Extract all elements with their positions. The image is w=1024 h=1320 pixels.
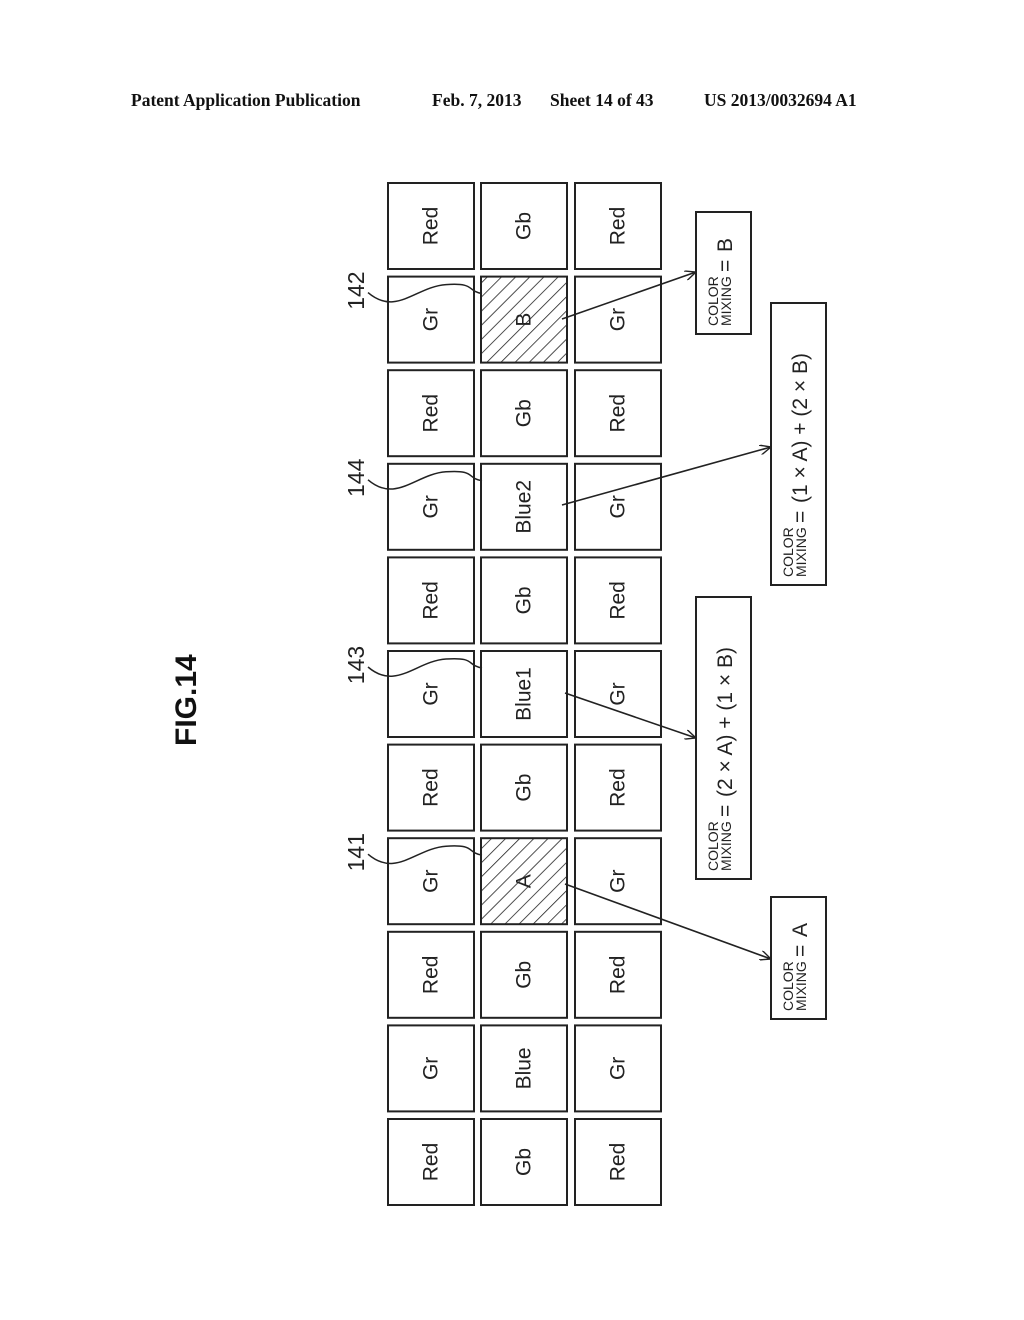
callout-formula: (2 × A) + (1 × B): [714, 647, 737, 797]
pixel-label: Gr: [420, 1057, 443, 1080]
pixel-label: Gb: [513, 961, 536, 989]
pixel-label: Gb: [513, 212, 536, 240]
callout-equals: =: [789, 511, 812, 523]
pixel-label: Gr: [420, 308, 443, 331]
pixel-grid: Red Gb Red Gr B Gr Red Gb Red Gr Blue2 Gr Red Gb Red Gr…: [387, 182, 662, 1206]
reference-numeral: 144: [343, 458, 369, 497]
pixel-label: Red: [607, 207, 630, 246]
pixel-label: Red: [420, 768, 443, 807]
callout-label-line2: MIXING: [718, 276, 734, 326]
pixel-label: Red: [420, 581, 443, 620]
callout-equals: =: [714, 260, 737, 272]
pixel-label: Red: [607, 956, 630, 995]
reference-numeral: 143: [343, 646, 369, 684]
pixel-label: Gr: [607, 870, 630, 893]
pixel-label: Blue2: [513, 480, 536, 534]
callout-formula: A: [789, 923, 812, 937]
reference-numeral: 141: [343, 833, 369, 871]
callout-label-line2: MIXING: [793, 527, 809, 577]
callout-formula: B: [714, 238, 737, 252]
callout-label-line2: MIXING: [718, 821, 734, 871]
pixel-label: Blue1: [513, 667, 536, 721]
pixel-label: Gr: [420, 682, 443, 705]
pixel-label: Gr: [607, 495, 630, 518]
pixel-label: Gb: [513, 1148, 536, 1176]
pixel-label: Gr: [607, 308, 630, 331]
pixel-label: Gb: [513, 399, 536, 427]
pixel-label: Red: [607, 581, 630, 620]
pixel-label: Red: [607, 394, 630, 433]
pixel-label: Gr: [420, 870, 443, 893]
pixel-label: Gr: [420, 495, 443, 518]
pixel-label: Gr: [607, 1057, 630, 1080]
pixel-label: Red: [420, 1143, 443, 1182]
pixel-label: Red: [420, 394, 443, 433]
pixel-label: Red: [607, 768, 630, 807]
pixel-label: Red: [607, 1143, 630, 1182]
pixel-label: B: [513, 313, 536, 327]
figure-14-diagram: FIG.14 Red Gb RedGr B GrRed Gb RedGr Blue2 GrRed…: [170, 182, 827, 1206]
pixel-label: Blue: [513, 1047, 536, 1089]
callout-equals: =: [714, 805, 737, 817]
callout-equals: =: [789, 945, 812, 957]
reference-numeral: 142: [343, 271, 369, 309]
pixel-label: Gb: [513, 586, 536, 614]
figure-title: FIG.14: [170, 654, 203, 746]
callout-formula: (1 × A) + (2 × B): [789, 353, 812, 503]
callout-label-line2: MIXING: [793, 961, 809, 1011]
pixel-label: Red: [420, 956, 443, 995]
pixel-label: Red: [420, 207, 443, 246]
pixel-label: Gb: [513, 774, 536, 802]
pixel-label: Gr: [607, 682, 630, 705]
pixel-label: A: [513, 874, 536, 888]
